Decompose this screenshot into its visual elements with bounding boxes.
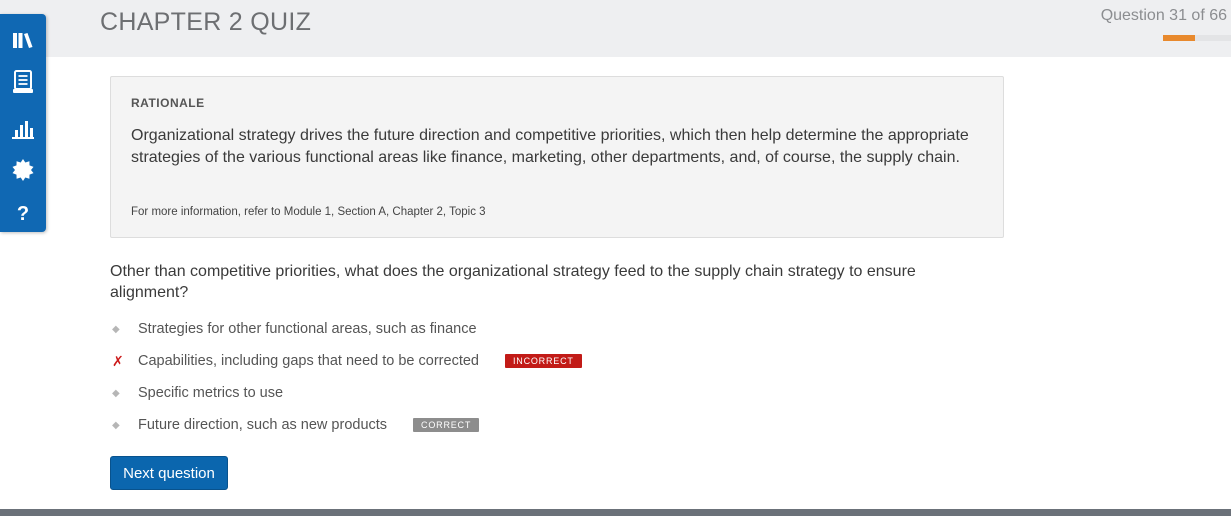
library-icon (13, 33, 33, 48)
header-bar: CHAPTER 2 QUIZ Question 31 of 66 (0, 0, 1231, 57)
answer-option[interactable]: ◆ Strategies for other functional areas,… (110, 318, 477, 340)
sidebar-item-notebook[interactable] (0, 64, 46, 100)
question-counter: Question 31 of 66 (1100, 7, 1227, 24)
rationale-text: Organizational strategy drives the futur… (131, 127, 969, 166)
question-text: Other than competitive priorities, what … (110, 263, 916, 301)
badge-icon (12, 159, 34, 181)
answer-label: Strategies for other functional areas, s… (138, 321, 477, 337)
bottom-bar (0, 509, 1231, 516)
incorrect-badge: INCORRECT (504, 354, 582, 368)
answer-option[interactable]: ◆ Specific metrics to use (110, 382, 283, 404)
sidebar-item-library[interactable] (0, 22, 46, 58)
sidebar-item-help[interactable]: ? (0, 196, 46, 232)
sidebar-nav: ? (0, 14, 46, 232)
sidebar-item-reports[interactable] (0, 111, 46, 147)
answer-option[interactable]: ✗ Capabilities, including gaps that need… (110, 350, 582, 372)
progress-bar-fill (1163, 35, 1195, 41)
rationale-heading: RATIONALE (131, 96, 205, 110)
answer-label: Future direction, such as new products (138, 417, 388, 433)
bar-chart-icon (12, 121, 34, 139)
notebook-icon (13, 70, 33, 93)
quiz-title: CHAPTER 2 QUIZ (100, 8, 312, 36)
answer-label: Specific metrics to use (138, 385, 284, 401)
incorrect-mark-icon: ✗ (112, 352, 124, 369)
help-icon: ? (16, 202, 30, 225)
rationale-reference: For more information, refer to Module 1,… (131, 206, 486, 218)
rationale-panel: RATIONALE Organizational strategy drives… (110, 76, 1004, 238)
next-question-button[interactable]: Next question (110, 456, 228, 490)
bullet-icon: ◆ (112, 323, 120, 335)
progress-bar (1163, 35, 1231, 41)
answer-option[interactable]: ◆ Future direction, such as new products… (110, 414, 480, 436)
correct-badge: CORRECT (413, 418, 480, 432)
bullet-icon: ◆ (112, 419, 120, 431)
answer-label: Capabilities, including gaps that need t… (138, 353, 479, 369)
sidebar-item-achievements[interactable] (0, 152, 46, 188)
bullet-icon: ◆ (112, 387, 120, 399)
